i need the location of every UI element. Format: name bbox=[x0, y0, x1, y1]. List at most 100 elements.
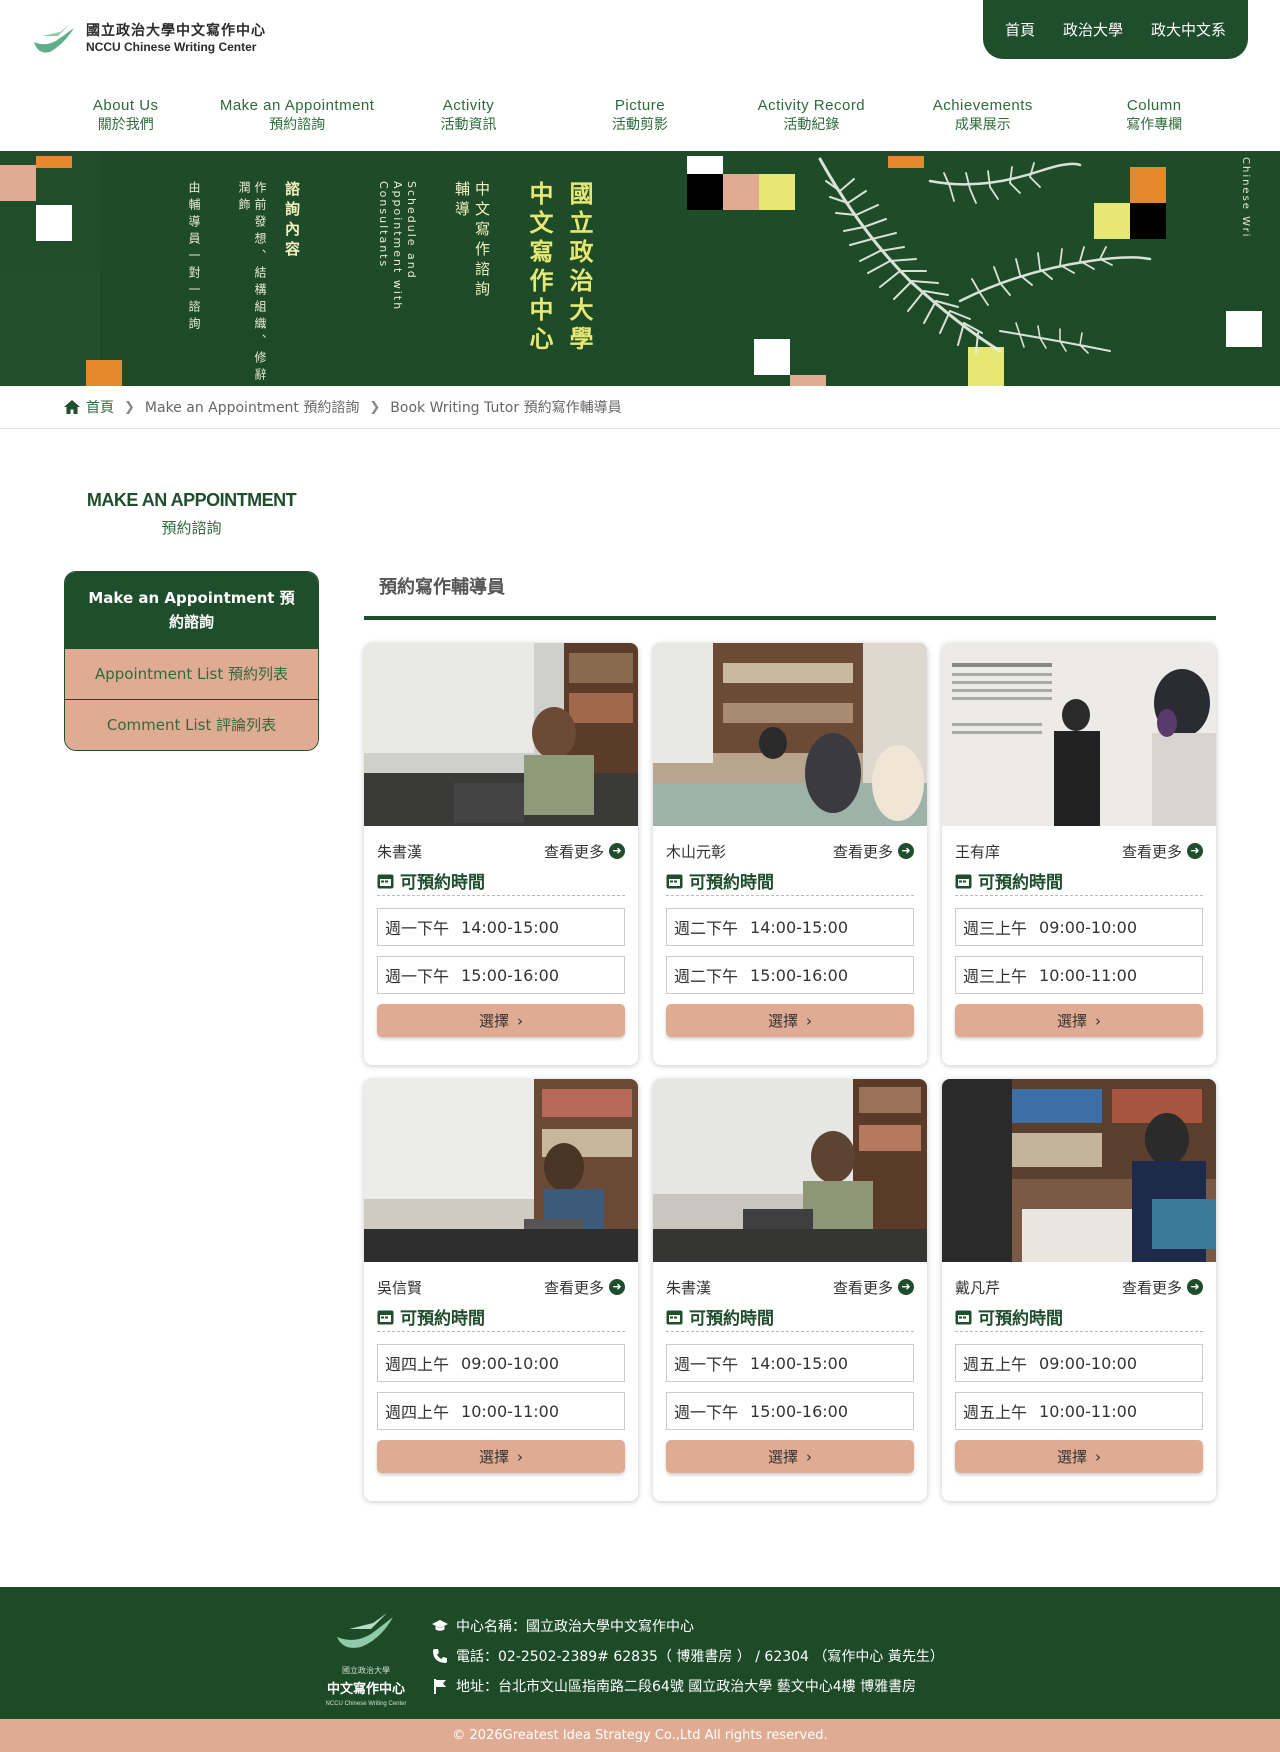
top-link-nccu[interactable]: 政治大學 bbox=[1063, 19, 1123, 40]
tutor-name: 王有庠 bbox=[955, 842, 1001, 861]
view-more-link[interactable]: 查看更多 ➜ bbox=[1122, 1277, 1203, 1298]
time-slot[interactable]: 週四上午 10:00-11:00 bbox=[377, 1392, 625, 1430]
available-time-label: 可預約時間 bbox=[400, 873, 485, 893]
time-slot[interactable]: 週一下午 15:00-16:00 bbox=[666, 1392, 914, 1430]
slot-day: 週三上午 bbox=[963, 967, 1028, 986]
breadcrumb-home[interactable]: 首頁 bbox=[64, 397, 114, 417]
card-body: 朱書漢 查看更多 ➜ 可預約時間 週一下午 14:00-15:00 週一下午 15:… bbox=[653, 1262, 927, 1473]
sidebar-title-zh: 預約諮詢 bbox=[161, 519, 222, 537]
time-slot[interactable]: 週五上午 10:00-11:00 bbox=[955, 1392, 1203, 1430]
tutor-photo bbox=[942, 643, 1216, 826]
available-time-label: 可預約時間 bbox=[689, 1309, 774, 1329]
flag-icon bbox=[434, 1679, 446, 1694]
nav-column[interactable]: Column 寫作專欄 bbox=[1069, 96, 1240, 134]
slot-time: 14:00-15:00 bbox=[461, 917, 560, 937]
nav-picture[interactable]: Picture 活動剪影 bbox=[554, 96, 725, 134]
nav-picture-en: Picture bbox=[614, 97, 666, 114]
banner-text-col2: 作前發想、結構組織、修辭潤飾 bbox=[237, 181, 267, 385]
chevron-right-icon: ❯ bbox=[124, 399, 135, 415]
breadcrumb-appointment[interactable]: Make an Appointment 預約諮詢 bbox=[145, 397, 359, 417]
chevron-right-icon: › bbox=[806, 1011, 812, 1030]
hero-banner: 由輔導員一對一諮詢 作前發想、結構組織、修辭潤飾 諮詢內容 Schedule a… bbox=[0, 151, 1280, 386]
site-footer: 國立政治大學 中文寫作中心 NCCU Chinese Writing Cente… bbox=[0, 1587, 1280, 1719]
view-more-link[interactable]: 查看更多 ➜ bbox=[833, 1277, 914, 1298]
select-button[interactable]: 選擇 › bbox=[666, 1004, 914, 1037]
slot-time: 09:00-10:00 bbox=[1039, 917, 1138, 937]
calendar-icon bbox=[666, 1310, 683, 1324]
tutor-name: 吳信賢 bbox=[377, 1278, 423, 1297]
top-link-home[interactable]: 首頁 bbox=[1005, 19, 1035, 40]
site-logo[interactable]: 國立政治大學中文寫作中心 NCCU Chinese Writing Center bbox=[30, 22, 266, 56]
view-more-link[interactable]: 查看更多 ➜ bbox=[833, 841, 914, 862]
chevron-right-icon: › bbox=[517, 1011, 523, 1030]
top-link-chinese-dept[interactable]: 政大中文系 bbox=[1151, 19, 1226, 40]
select-button[interactable]: 選擇 › bbox=[666, 1440, 914, 1473]
available-time-heading: 可預約時間 bbox=[955, 1306, 1203, 1332]
time-slot[interactable]: 週三上午 09:00-10:00 bbox=[955, 908, 1203, 946]
tutor-card-grid: 朱書漢 查看更多 ➜ 可預約時間 週一下午 14:00-15:00 週一下午 15:… bbox=[364, 643, 1216, 1501]
time-slot[interactable]: 週二下午 14:00-15:00 bbox=[666, 908, 914, 946]
slot-time: 09:00-10:00 bbox=[461, 1353, 560, 1373]
select-button[interactable]: 選擇 › bbox=[955, 1440, 1203, 1473]
view-more-label: 查看更多 bbox=[543, 1278, 604, 1297]
time-slot[interactable]: 週三上午 10:00-11:00 bbox=[955, 956, 1203, 994]
logo-title-en: NCCU Chinese Writing Center bbox=[86, 40, 257, 54]
nav-appointment[interactable]: Make an Appointment 預約諮詢 bbox=[211, 96, 382, 134]
time-slot[interactable]: 週五上午 09:00-10:00 bbox=[955, 1344, 1203, 1382]
sidebar-item-comment-list[interactable]: Comment List 評論列表 bbox=[65, 699, 318, 750]
select-button[interactable]: 選擇 › bbox=[955, 1004, 1203, 1037]
select-button[interactable]: 選擇 › bbox=[377, 1440, 625, 1473]
card-header: 吳信賢 查看更多 ➜ bbox=[377, 1262, 625, 1306]
card-header: 朱書漢 查看更多 ➜ bbox=[377, 826, 625, 870]
view-more-link[interactable]: 查看更多 ➜ bbox=[544, 841, 625, 862]
sidebar-title-en: MAKE AN APPOINTMENT bbox=[86, 490, 297, 510]
banner-side-text: Chinese Wri bbox=[1240, 157, 1251, 239]
nav-activity-zh: 活動資訊 bbox=[440, 117, 497, 133]
tutor-photo bbox=[653, 1079, 927, 1262]
calendar-icon bbox=[377, 1310, 394, 1324]
view-more-link[interactable]: 查看更多 ➜ bbox=[1122, 841, 1203, 862]
slot-time: 14:00-15:00 bbox=[750, 917, 849, 937]
nav-achievements[interactable]: Achievements 成果展示 bbox=[897, 96, 1068, 134]
view-more-label: 查看更多 bbox=[1121, 1278, 1182, 1297]
footer-phone: 電話：02-2502-2389# 62835（ 博雅書房 ） / 62304 （… bbox=[432, 1641, 944, 1671]
tutor-name: 木山元彰 bbox=[666, 842, 727, 861]
tutor-card: 戴凡芹 查看更多 ➜ 可預約時間 週五上午 09:00-10:00 週五上午 10:… bbox=[942, 1079, 1216, 1501]
view-more-link[interactable]: 查看更多 ➜ bbox=[544, 1277, 625, 1298]
time-slot[interactable]: 週一下午 15:00-16:00 bbox=[377, 956, 625, 994]
logo-leaf-icon bbox=[34, 24, 74, 53]
footer-logo-main: 中文寫作中心 bbox=[326, 1682, 405, 1697]
time-slot[interactable]: 週四上午 09:00-10:00 bbox=[377, 1344, 625, 1382]
time-slot[interactable]: 週一下午 14:00-15:00 bbox=[377, 908, 625, 946]
nav-activity-record-en: Activity Record bbox=[757, 97, 866, 114]
tutor-card: 吳信賢 查看更多 ➜ 可預約時間 週四上午 09:00-10:00 週四上午 10:… bbox=[364, 1079, 638, 1501]
time-slot[interactable]: 週一下午 14:00-15:00 bbox=[666, 1344, 914, 1382]
slot-time: 15:00-16:00 bbox=[461, 965, 560, 985]
available-time-heading: 可預約時間 bbox=[377, 870, 625, 896]
slot-day: 週一下午 bbox=[674, 1355, 739, 1374]
nav-column-en: Column bbox=[1126, 97, 1182, 114]
time-slot[interactable]: 週二下午 15:00-16:00 bbox=[666, 956, 914, 994]
slot-day: 週三上午 bbox=[963, 919, 1028, 938]
tutor-photo bbox=[364, 1079, 638, 1262]
nav-appointment-zh: 預約諮詢 bbox=[269, 117, 326, 133]
tutor-card: 王有庠 查看更多 ➜ 可預約時間 週三上午 09:00-10:00 週三上午 10:… bbox=[942, 643, 1216, 1065]
top-links: 首頁 政治大學 政大中文系 bbox=[983, 0, 1248, 59]
nav-achievements-en: Achievements bbox=[932, 97, 1033, 114]
slot-time: 09:00-10:00 bbox=[1039, 1353, 1138, 1373]
nav-activity-record[interactable]: Activity Record 活動紀錄 bbox=[726, 96, 897, 134]
logo-leaf-icon bbox=[337, 1613, 393, 1648]
sidebar-item-make-appointment[interactable]: Make an Appointment 預約諮詢 bbox=[65, 572, 318, 648]
calendar-icon bbox=[377, 874, 394, 888]
sidebar-menu: Make an Appointment 預約諮詢 Appointment Lis… bbox=[64, 571, 319, 751]
home-icon bbox=[64, 400, 80, 414]
nav-activity[interactable]: Activity 活動資訊 bbox=[383, 96, 554, 134]
select-button[interactable]: 選擇 › bbox=[377, 1004, 625, 1037]
available-time-heading: 可預約時間 bbox=[666, 1306, 914, 1332]
phone-icon bbox=[433, 1649, 447, 1663]
calendar-icon bbox=[955, 874, 972, 888]
view-more-label: 查看更多 bbox=[832, 842, 893, 861]
nav-about[interactable]: About Us 關於我們 bbox=[40, 96, 211, 134]
sidebar-item-appointment-list[interactable]: Appointment List 預約列表 bbox=[65, 648, 318, 699]
card-header: 朱書漢 查看更多 ➜ bbox=[666, 1262, 914, 1306]
